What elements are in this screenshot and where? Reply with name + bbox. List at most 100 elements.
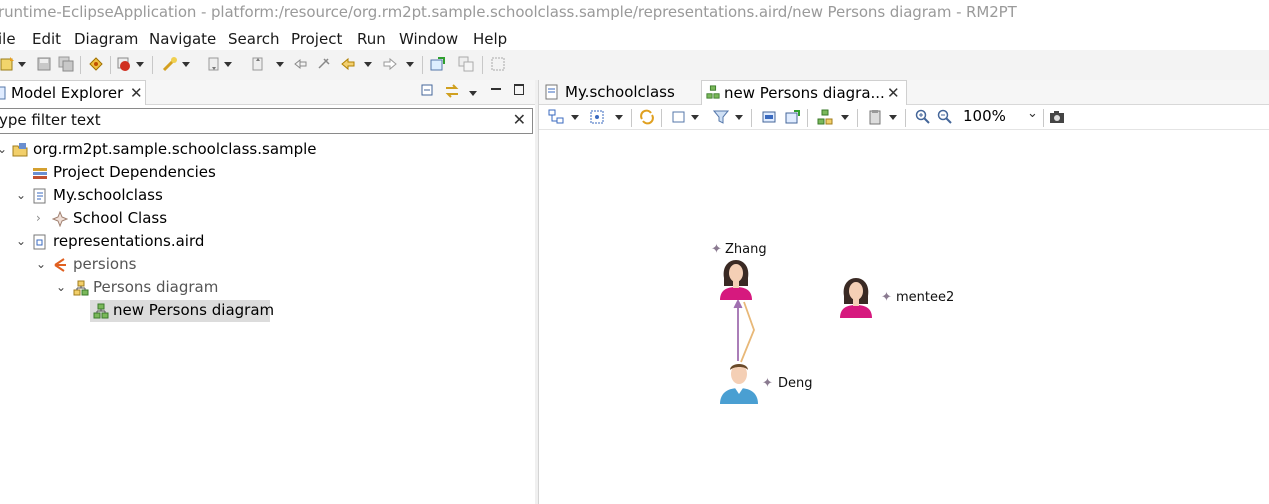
relation-edge[interactable]: [740, 301, 755, 363]
node-label: Deng: [778, 376, 813, 391]
open-type-icon[interactable]: [88, 56, 104, 72]
zoom-select[interactable]: 100% ⌄: [959, 106, 1039, 126]
layout-icon[interactable]: [490, 56, 506, 72]
export-icon[interactable]: [430, 56, 446, 72]
tree-item-project-dependencies[interactable]: Project Dependencies: [0, 162, 535, 184]
arrange-icon[interactable]: [589, 109, 605, 125]
style-dropdown[interactable]: [841, 115, 849, 120]
filter-icon[interactable]: [713, 109, 729, 125]
select-icon[interactable]: [548, 109, 564, 125]
debug-dropdown[interactable]: [182, 62, 190, 67]
tab-model-explorer[interactable]: Model Explorer ✕: [0, 80, 146, 105]
element-icon: ✦: [881, 290, 892, 305]
female-person-icon: [720, 260, 752, 300]
pin-icon[interactable]: [761, 109, 777, 125]
layer-icon[interactable]: [671, 109, 687, 125]
tree-item-persions[interactable]: ⌄ persions: [0, 254, 535, 276]
explorer-tab-strip: Model Explorer ✕: [0, 80, 535, 105]
tree-item-my-schoolclass[interactable]: ⌄ My.schoolclass: [0, 185, 535, 207]
filter-dropdown[interactable]: [735, 115, 743, 120]
class-element-icon: [52, 211, 68, 227]
menu-window[interactable]: Window: [399, 30, 458, 48]
collapse-all-icon[interactable]: [421, 84, 435, 98]
link-with-editor-icon[interactable]: [444, 83, 460, 99]
menu-project[interactable]: Project: [291, 30, 342, 48]
model-file-icon: [33, 188, 46, 204]
new-icon[interactable]: [0, 56, 16, 72]
tree-item-school-class[interactable]: › School Class: [0, 208, 535, 230]
chevron-down-icon[interactable]: ⌄: [16, 188, 26, 202]
project-folder-icon: [12, 143, 28, 157]
toolbar-separator: [80, 56, 81, 74]
zoom-in-icon[interactable]: [915, 109, 931, 125]
pin-editor-icon[interactable]: [316, 56, 332, 72]
tree-item-label: org.rm2pt.sample.schoolclass.sample: [33, 140, 317, 158]
diagram-toolbar: 100% ⌄: [539, 105, 1269, 130]
style-icon[interactable]: [817, 109, 833, 125]
tree-item-representations-aird[interactable]: ⌄ representations.aird: [0, 231, 535, 253]
paste-format-dropdown[interactable]: [889, 115, 897, 120]
chevron-down-icon[interactable]: ⌄: [16, 234, 26, 248]
back-dropdown[interactable]: [364, 62, 372, 67]
unpin-icon[interactable]: [785, 109, 801, 125]
zoom-out-icon[interactable]: [937, 109, 953, 125]
arrange-dropdown[interactable]: [615, 115, 623, 120]
prev-annotation-dropdown[interactable]: [276, 62, 284, 67]
maximize-icon[interactable]: [514, 84, 524, 95]
refresh-icon[interactable]: [639, 109, 655, 125]
save-all-icon[interactable]: [58, 56, 74, 72]
tree-item-label: My.schoolclass: [53, 186, 163, 204]
diagram-edges: [733, 298, 755, 363]
chevron-right-icon[interactable]: ›: [36, 211, 41, 225]
menu-help[interactable]: Help: [473, 30, 507, 48]
chevron-down-icon[interactable]: ⌄: [56, 280, 66, 294]
debug-icon[interactable]: [162, 56, 178, 72]
next-annotation-dropdown[interactable]: [224, 62, 232, 67]
tab-new-persons-diagram[interactable]: new Persons diagra... ✕: [701, 80, 907, 105]
diagram-icon: [706, 85, 720, 99]
copy-representation-icon[interactable]: [458, 56, 474, 72]
chevron-down-icon[interactable]: ⌄: [0, 142, 7, 156]
tab-my-schoolclass[interactable]: My.schoolclass: [543, 80, 699, 104]
next-annotation-icon[interactable]: [206, 56, 222, 72]
select-dropdown[interactable]: [571, 115, 579, 120]
save-icon[interactable]: [36, 56, 52, 72]
layer-dropdown[interactable]: [691, 115, 699, 120]
last-edit-icon[interactable]: [292, 56, 308, 72]
paste-format-icon[interactable]: [867, 109, 883, 125]
new-dropdown[interactable]: [18, 62, 26, 67]
editor-tab-strip: My.schoolclass new Persons diagra... ✕: [539, 80, 1269, 105]
diagram-canvas[interactable]: ✦ Zhang ✦ mentee2 ✦ Deng: [539, 130, 1269, 504]
arrow-head-icon: [733, 298, 743, 309]
minimize-icon[interactable]: [491, 88, 501, 90]
back-icon[interactable]: [340, 56, 356, 72]
view-menu-dropdown[interactable]: [469, 91, 477, 96]
menu-run[interactable]: Run: [357, 30, 386, 48]
close-icon[interactable]: ✕: [130, 84, 143, 102]
run-dropdown[interactable]: [136, 62, 144, 67]
chevron-down-icon[interactable]: ⌄: [1027, 106, 1038, 121]
close-icon[interactable]: ✕: [887, 84, 900, 102]
node-label: mentee2: [896, 290, 955, 305]
menu-file[interactable]: ile: [0, 30, 16, 48]
camera-icon[interactable]: [1049, 109, 1065, 125]
forward-dropdown[interactable]: [406, 62, 414, 67]
toolbar-separator: [110, 56, 111, 74]
main-toolbar: [0, 50, 1269, 81]
forward-icon[interactable]: [382, 56, 398, 72]
run-icon[interactable]: [116, 56, 132, 72]
tree-item-new-persons-diagram[interactable]: new Persons diagram: [0, 300, 535, 322]
window-title: runtime-EclipseApplication - platform:/r…: [0, 3, 1017, 21]
tree-item-persons-diagram[interactable]: ⌄ Persons diagram: [0, 277, 535, 299]
menu-search[interactable]: Search: [228, 30, 280, 48]
prev-annotation-icon[interactable]: [250, 56, 266, 72]
menu-diagram[interactable]: Diagram: [74, 30, 138, 48]
menu-navigate[interactable]: Navigate: [149, 30, 216, 48]
tree-item-label: Project Dependencies: [53, 163, 216, 181]
chevron-down-icon[interactable]: ⌄: [36, 257, 46, 271]
clear-filter-icon[interactable]: ✕: [513, 110, 526, 129]
male-person-icon: [720, 364, 758, 404]
menu-edit[interactable]: Edit: [32, 30, 61, 48]
tree-item-project[interactable]: ⌄ org.rm2pt.sample.schoolclass.sample: [0, 139, 535, 161]
filter-input[interactable]: ype filter text ✕: [0, 108, 533, 134]
